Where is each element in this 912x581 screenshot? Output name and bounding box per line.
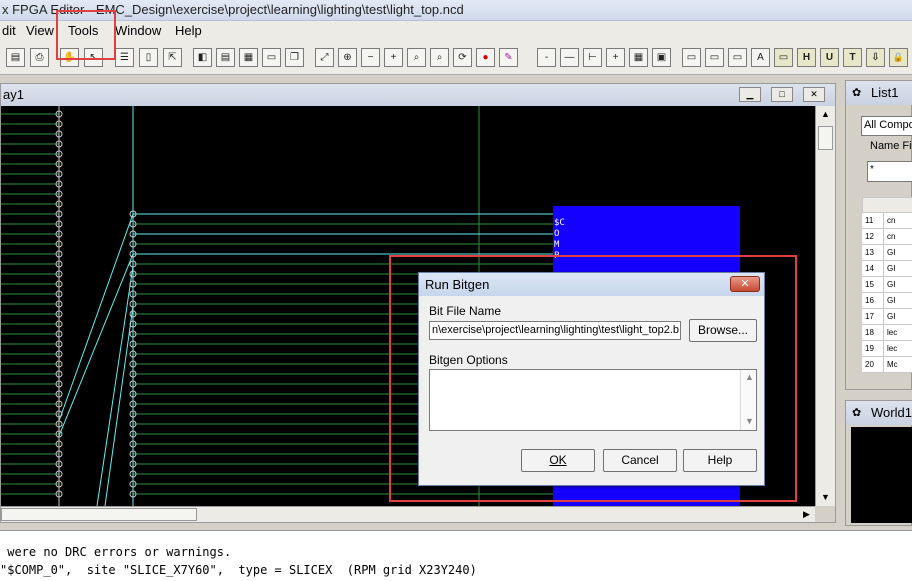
menu-edit[interactable]: dit [2,23,16,38]
zoom-out-icon[interactable]: − [361,48,380,67]
bitgen-options-label: Bitgen Options [429,353,508,367]
title-bar: x FPGA Editor - EMC_Design\exercise\proj… [0,0,912,21]
list-item[interactable]: 18 lec [862,325,912,341]
bitgen-options-textarea[interactable]: ▲ ▼ [429,369,757,431]
run-bitgen-dialog: Run Bitgen ✕ Bit File Name n\exercise\pr… [418,272,765,486]
scroll-up-icon[interactable]: ▲ [821,109,830,119]
cross-wire-icon[interactable]: ▭ [728,48,747,67]
horizontal-scrollbar[interactable]: ▶ [1,506,815,522]
lock-icon[interactable]: 🔒 [889,48,908,67]
wrench-icon[interactable]: ✎ [499,48,518,67]
pin-column-left [55,106,63,506]
world-canvas[interactable] [851,427,912,523]
toolbar: ▤ ⎙ ✋ ↖ ☰ ▯ ⇱ ◧ ▤ ▦ ▭ ❐ ⤢ ⊕ − + ⌕ ⌕ ⟳ ● … [0,41,912,75]
u-icon[interactable]: U [820,48,839,67]
download-icon[interactable]: ⇩ [866,48,885,67]
h-icon[interactable]: H [797,48,816,67]
close-button[interactable]: ✕ [803,87,825,102]
world-window: ✿ World1 [845,400,912,526]
list-table-header [862,197,912,213]
wave-icon[interactable]: ▭ [774,48,793,67]
line-long-icon[interactable]: — [560,48,579,67]
route-icon[interactable]: ▭ [682,48,701,67]
tools-highlight-box [56,10,116,60]
panel-icon[interactable]: ▯ [139,48,158,67]
list-item[interactable]: 19 lec [862,341,912,357]
grid-icon[interactable]: ▦ [239,48,258,67]
minimize-button[interactable]: ▁ [739,87,761,102]
options-scrollbar[interactable]: ▲ ▼ [740,370,756,430]
list-item[interactable]: 16 GI [862,293,912,309]
dialog-close-button[interactable]: ✕ [730,276,760,292]
bracket-icon[interactable]: ⊢ [583,48,602,67]
vertical-scrollbar[interactable]: ▲ ▼ [815,106,835,506]
menu-view[interactable]: View [26,23,54,38]
zoom-in-icon[interactable]: + [384,48,403,67]
component-filter-select[interactable]: All Compo [861,116,912,136]
t-icon[interactable]: T [843,48,862,67]
copy-icon[interactable]: ❐ [285,48,304,67]
cancel-button[interactable]: Cancel [603,449,677,472]
export-icon[interactable]: ⇱ [163,48,182,67]
list-title: List1 [871,85,899,100]
menu-help[interactable]: Help [175,23,202,38]
menu-bar: dit View Tools Window Help [0,21,912,41]
help-button[interactable]: Help [683,449,757,472]
scroll-right-icon[interactable]: ▶ [803,509,810,520]
horizontal-scroll-thumb[interactable] [1,508,197,521]
ok-button[interactable]: OK [521,449,595,472]
table-icon[interactable]: ▤ [216,48,235,67]
list-item[interactable]: 13 GI [862,245,912,261]
net-icon[interactable]: ▭ [705,48,724,67]
list-icon-glyph: ✿ [852,87,862,99]
list-icon[interactable]: ☰ [115,48,134,67]
vertical-scroll-thumb[interactable] [818,126,833,150]
bit-file-name-input[interactable]: n\exercise\project\learning\lighting\tes… [429,321,681,340]
scroll-down-icon[interactable]: ▼ [821,492,830,502]
world-icon-glyph: ✿ [852,407,862,419]
dialog-title: Run Bitgen [425,277,490,292]
array-window-header: ay1 ▁ □ ✕ [1,84,835,106]
list-item[interactable]: 20 Mc [862,357,912,373]
bit-file-name-label: Bit File Name [429,304,502,318]
array-window-title: ay1 [3,87,24,102]
zoom-select-icon[interactable]: ⌕ [407,48,426,67]
world-header: ✿ World1 [846,401,912,425]
options-scroll-up-icon[interactable]: ▲ [745,372,754,382]
options-scroll-down-icon[interactable]: ▼ [745,416,754,426]
cross-icon[interactable]: + [606,48,625,67]
layers-icon[interactable]: ▭ [262,48,281,67]
grid-small-icon[interactable]: ▦ [629,48,648,67]
refresh-icon[interactable]: ⟳ [453,48,472,67]
line-short-icon[interactable]: - [537,48,556,67]
left-wires [1,113,59,495]
browse-button[interactable]: Browse... [689,319,757,342]
chip-icon[interactable]: ▣ [652,48,671,67]
split-icon[interactable]: ◧ [193,48,212,67]
zoom-full-icon[interactable]: ⊕ [338,48,357,67]
list-item[interactable]: 15 GI [862,277,912,293]
menu-window[interactable]: Window [115,23,161,38]
list-item[interactable]: 17 GI [862,309,912,325]
console-line: "$COMP_0", site "SLICE_X7Y60", type = SL… [0,563,477,577]
console-line: were no DRC errors or warnings. [0,545,232,559]
maximize-button[interactable]: □ [771,87,793,102]
print-icon[interactable]: ⎙ [30,48,49,67]
text-icon[interactable]: A [751,48,770,67]
list-item[interactable]: 12 cn [862,229,912,245]
dialog-titlebar: Run Bitgen ✕ [419,273,764,296]
name-filter-label: Name Fil [870,140,912,152]
world-title: World1 [871,405,912,420]
list-item[interactable]: 11 cn [862,213,912,229]
zoom-area-icon[interactable]: ⌕ [430,48,449,67]
zoom-fit-icon[interactable]: ⤢ [315,48,334,67]
stop-icon[interactable]: ● [476,48,495,67]
save-icon[interactable]: ▤ [6,48,25,67]
name-filter-input[interactable]: * [867,161,912,182]
list-item[interactable]: 14 GI [862,261,912,277]
console-output[interactable]: were no DRC errors or warnings. "$COMP_0… [0,530,912,581]
list-header: ✿ List1 [846,81,912,105]
list-window: ✿ List1 All Compo Name Fil * 11 cn 12 cn 1… [845,80,912,390]
